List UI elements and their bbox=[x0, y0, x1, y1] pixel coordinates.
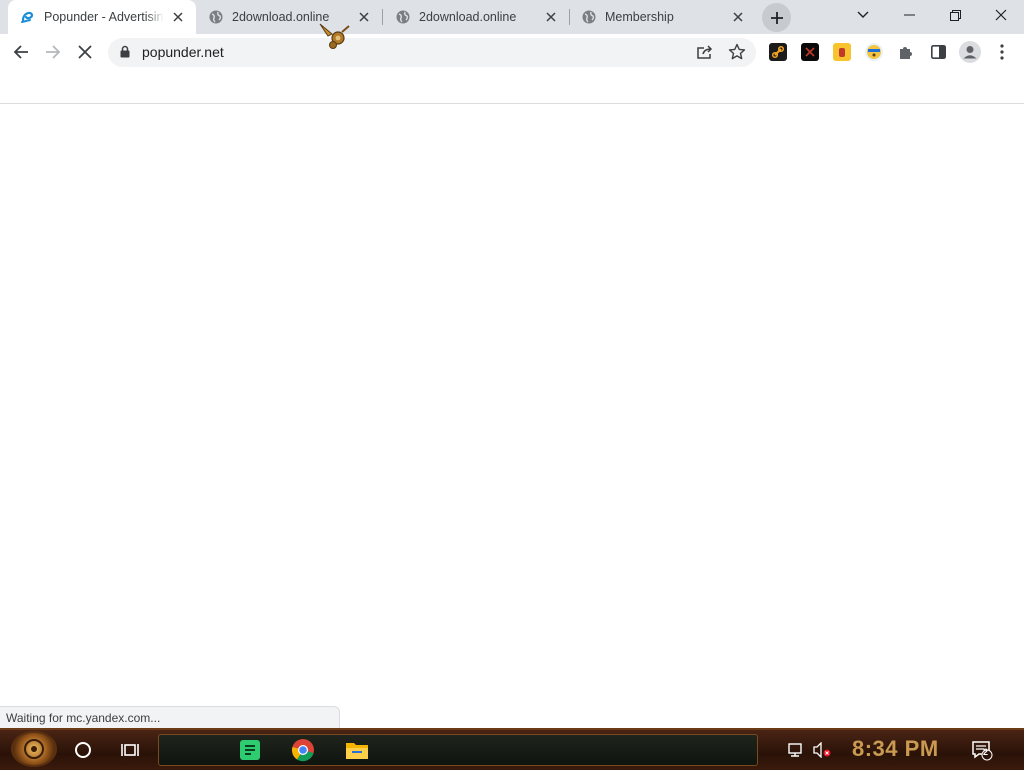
tab-title: Popunder - Advertising bbox=[44, 10, 164, 24]
network-icon[interactable] bbox=[784, 738, 808, 762]
tab-2download-1[interactable]: 2download.online bbox=[196, 0, 382, 34]
tab-title: 2download.online bbox=[419, 10, 517, 24]
task-view-icon bbox=[121, 744, 139, 756]
volume-muted-icon[interactable] bbox=[810, 738, 834, 762]
taskbar-notes-app[interactable] bbox=[238, 738, 262, 762]
address-bar[interactable]: popunder.net bbox=[108, 38, 756, 67]
taskbar: 8:34 PM 2 bbox=[0, 728, 1024, 770]
plus-icon bbox=[770, 11, 783, 24]
popunder-favicon-icon bbox=[20, 9, 36, 25]
extension-link-icon[interactable] bbox=[769, 43, 787, 61]
close-tab-icon[interactable] bbox=[543, 9, 559, 25]
profile-avatar-icon[interactable] bbox=[954, 36, 986, 68]
lock-icon[interactable] bbox=[120, 45, 130, 61]
cortana-ring-icon bbox=[75, 742, 91, 758]
forward-button[interactable] bbox=[37, 36, 69, 68]
globe-icon bbox=[208, 9, 224, 25]
url-text[interactable]: popunder.net bbox=[142, 44, 224, 60]
menu-kebab-icon[interactable] bbox=[986, 36, 1018, 68]
page-content[interactable] bbox=[0, 104, 1024, 728]
taskbar-clock[interactable]: 8:34 PM bbox=[852, 736, 939, 762]
notes-icon bbox=[240, 740, 260, 760]
tab-title: Membership bbox=[605, 10, 674, 24]
close-icon bbox=[78, 45, 92, 59]
minimize-button[interactable] bbox=[886, 0, 932, 30]
extensions-puzzle-icon[interactable] bbox=[890, 36, 922, 68]
close-tab-icon[interactable] bbox=[356, 9, 372, 25]
stop-loading-button[interactable] bbox=[69, 36, 101, 68]
close-tab-icon[interactable] bbox=[730, 9, 746, 25]
action-center-button[interactable]: 2 bbox=[970, 738, 994, 762]
extension-hand-icon[interactable] bbox=[833, 43, 851, 61]
folder-icon bbox=[346, 743, 368, 759]
tab-search-button[interactable] bbox=[840, 0, 886, 30]
browser-toolbar: popunder.net bbox=[0, 34, 1024, 71]
restore-button[interactable] bbox=[932, 0, 978, 30]
extension-dark-icon[interactable] bbox=[801, 43, 819, 61]
cortana-button[interactable] bbox=[71, 738, 95, 762]
blank-bar bbox=[0, 71, 1024, 104]
side-panel-icon[interactable] bbox=[922, 36, 954, 68]
new-tab-button[interactable] bbox=[762, 3, 791, 32]
mouse-cursor-icon bbox=[318, 22, 352, 55]
tab-membership[interactable]: Membership bbox=[569, 0, 756, 34]
minimize-icon bbox=[903, 14, 915, 16]
restore-icon bbox=[949, 9, 961, 21]
close-tab-icon[interactable] bbox=[170, 9, 186, 25]
globe-icon bbox=[581, 9, 597, 25]
tab-strip: Popunder - Advertising 2download.online … bbox=[0, 0, 1024, 34]
extension-face-icon[interactable] bbox=[865, 43, 883, 61]
bookmark-star-icon[interactable] bbox=[728, 43, 746, 64]
chevron-down-icon bbox=[857, 11, 869, 18]
taskbar-explorer-app[interactable] bbox=[345, 738, 369, 762]
start-button[interactable] bbox=[11, 731, 57, 767]
notification-count-badge: 2 bbox=[983, 747, 989, 757]
chrome-icon bbox=[291, 739, 314, 762]
globe-icon bbox=[395, 9, 411, 25]
notification-icon bbox=[972, 741, 993, 761]
share-icon[interactable] bbox=[696, 44, 714, 63]
tab-2download-2[interactable]: 2download.online bbox=[383, 0, 569, 34]
close-icon bbox=[995, 9, 1007, 21]
tab-popunder[interactable]: Popunder - Advertising bbox=[8, 0, 196, 34]
steampunk-gear-icon bbox=[24, 739, 44, 759]
arrow-left-icon bbox=[13, 45, 28, 59]
arrow-right-icon bbox=[46, 45, 61, 59]
task-view-button[interactable] bbox=[118, 738, 142, 762]
back-button[interactable] bbox=[5, 36, 37, 68]
close-window-button[interactable] bbox=[978, 0, 1024, 30]
taskbar-chrome-app[interactable] bbox=[291, 738, 315, 762]
status-bubble: Waiting for mc.yandex.com... bbox=[0, 706, 340, 728]
